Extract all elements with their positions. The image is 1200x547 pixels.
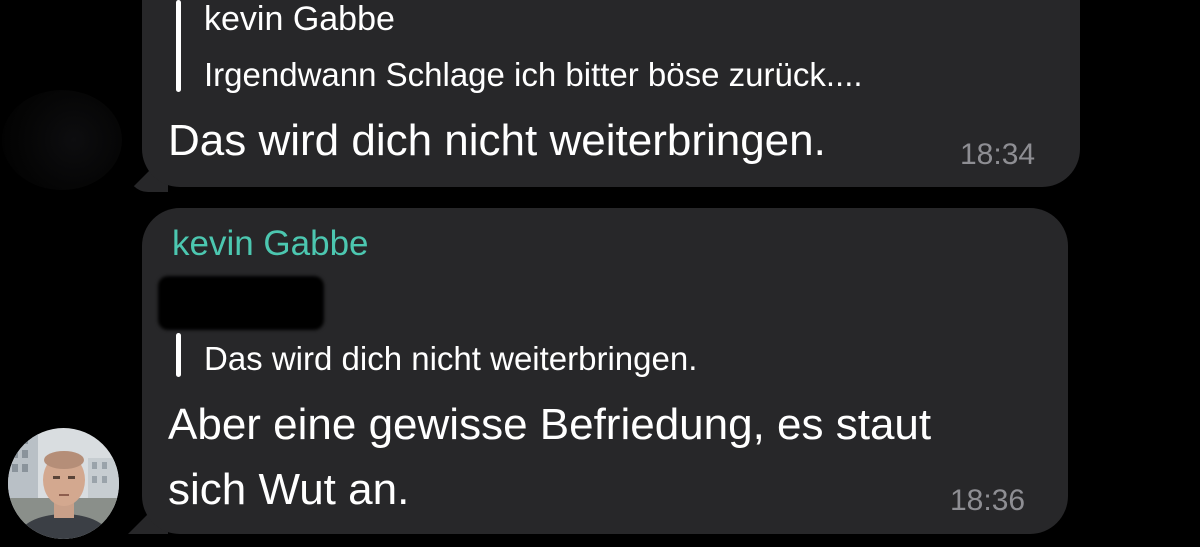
message-text-line-1: Aber eine gewisse Befriedung, es staut	[168, 400, 932, 449]
reply-quote-bar	[176, 333, 181, 377]
message-text: Das wird dich nicht weiterbringen.	[168, 116, 826, 165]
message-timestamp: 18:34	[960, 138, 1036, 171]
faded-avatar	[2, 90, 122, 190]
message-text-line-2: sich Wut an.	[168, 465, 410, 514]
redacted-area	[158, 276, 324, 330]
avatar-image	[8, 428, 119, 539]
sender-name[interactable]: kevin Gabbe	[172, 224, 369, 264]
user-avatar-photo[interactable]	[8, 428, 119, 539]
message-timestamp: 18:36	[950, 484, 1026, 517]
reply-quote-text[interactable]: Das wird dich nicht weiterbringen.	[204, 340, 697, 378]
reply-quote-bar	[176, 0, 181, 92]
reply-sender-name[interactable]: kevin Gabbe	[204, 0, 395, 39]
reply-quote-text[interactable]: Irgendwann Schlage ich bitter böse zurüc…	[204, 56, 863, 94]
